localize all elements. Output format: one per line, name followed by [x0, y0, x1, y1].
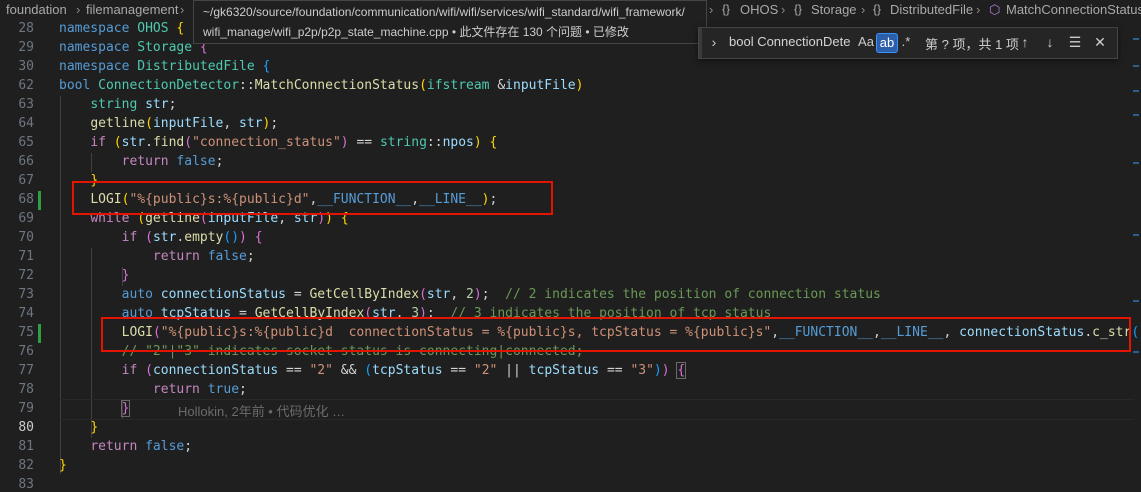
code-line: string str;: [90, 97, 177, 112]
line-number: 70: [18, 230, 34, 245]
git-blame-annotation: Hollokin, 2年前 • 代码优化 …: [178, 404, 346, 419]
code-line: return false;: [152, 249, 255, 264]
code-line: getline(inputFile, str);: [90, 116, 279, 131]
line-number: 68: [18, 192, 34, 207]
code-line: return true;: [152, 382, 247, 397]
code-line: bool ConnectionDetector::MatchConnection…: [59, 78, 584, 93]
line-number: 81: [18, 439, 34, 454]
line-number: 64: [18, 116, 34, 131]
file-hover-tooltip: ~/gk6320/source/foundation/communication…: [193, 0, 707, 44]
breadcrumb-item-matchconnectionstatus[interactable]: MatchConnectionStatus: [1006, 2, 1141, 17]
chevron-right-icon: ›: [861, 2, 866, 17]
code-line: }: [59, 458, 67, 473]
code-line: return false;: [90, 439, 193, 454]
line-number: 75: [18, 325, 34, 340]
line-number: 73: [18, 287, 34, 302]
code-line: }: [90, 420, 99, 435]
find-result-count: 第 ? 项，共 1 项: [925, 37, 1019, 52]
code-line: if (connectionStatus == "2" && (tcpStatu…: [121, 362, 687, 379]
breadcrumb-item-foundation[interactable]: foundation: [6, 2, 67, 17]
modified-line-marker: [38, 324, 41, 343]
find-widget: › bool ConnectionDete Aa ab .* 第 ? 项，共 1…: [698, 27, 1118, 59]
line-number: 79: [18, 401, 34, 416]
arrow-up-icon[interactable]: ↑: [1016, 32, 1034, 52]
breadcrumb-item-ohos[interactable]: OHOS: [740, 2, 778, 17]
chevron-right-icon: ›: [76, 2, 81, 17]
line-number: 63: [18, 97, 34, 112]
line-number: 67: [18, 173, 34, 188]
line-number: 74: [18, 306, 34, 321]
line-number: 29: [18, 40, 34, 55]
line-number: 77: [18, 363, 34, 378]
code-line: }: [120, 400, 131, 417]
whole-word-toggle[interactable]: ab: [876, 33, 898, 53]
match-case-toggle[interactable]: Aa: [857, 33, 875, 51]
close-icon[interactable]: ✕: [1091, 32, 1109, 52]
namespace-icon: {}: [873, 2, 882, 16]
code-line: return false;: [121, 154, 224, 169]
chevron-right-icon: ›: [976, 2, 981, 17]
method-icon: ⬡: [989, 2, 1001, 17]
breadcrumb-item-distributedfile[interactable]: DistributedFile: [890, 2, 973, 17]
arrow-down-icon[interactable]: ↓: [1041, 32, 1059, 52]
code-line: if (str.empty()) {: [121, 230, 263, 245]
highlight-box: [101, 317, 1131, 352]
code-line: namespace DistributedFile {: [59, 59, 271, 74]
line-number: 78: [18, 382, 34, 397]
line-number: 80: [18, 420, 34, 435]
code-editor[interactable]: 28 29 30 62 63 64 65 66 67 68 69 70 71 72 73 74 75 76 77 78…: [0, 20, 1141, 492]
tooltip-path-status: wifi_manage/wifi_p2p/p2p_state_machine.c…: [203, 25, 629, 39]
breadcrumb-item-storage[interactable]: Storage: [811, 2, 857, 17]
highlight-box: [72, 181, 553, 215]
tooltip-path: ~/gk6320/source/foundation/communication…: [203, 5, 685, 19]
namespace-icon: {}: [794, 2, 803, 16]
code-line: namespace Storage {: [59, 40, 208, 55]
line-number: 69: [18, 211, 34, 226]
line-number: 62: [18, 78, 34, 93]
code-line: auto connectionStatus = GetCellByIndex(s…: [121, 287, 881, 302]
code-line: if (str.find("connection_status") == str…: [90, 135, 498, 150]
find-resize-handle[interactable]: [699, 28, 702, 58]
line-number: 66: [18, 154, 34, 169]
chevron-right-icon: ›: [781, 2, 786, 17]
code-line: namespace OHOS {: [59, 21, 185, 36]
chevron-right-icon: ›: [180, 2, 185, 17]
vertical-scrollbar[interactable]: [1131, 20, 1141, 480]
find-in-selection-icon[interactable]: ☰: [1066, 32, 1084, 52]
line-number: 28: [18, 21, 34, 36]
find-input[interactable]: bool ConnectionDete: [729, 34, 872, 49]
namespace-icon: {}: [722, 2, 731, 16]
regex-toggle[interactable]: .*: [898, 33, 914, 51]
line-number: 82: [18, 458, 34, 473]
chevron-right-icon: ›: [709, 2, 714, 17]
chevron-right-icon[interactable]: ›: [705, 32, 723, 52]
line-number: 71: [18, 249, 34, 264]
modified-line-marker: [38, 191, 41, 210]
line-number: 76: [18, 344, 34, 359]
line-number: 65: [18, 135, 34, 150]
line-number: 72: [18, 268, 34, 283]
breadcrumb-item-filemanagement[interactable]: filemanagement: [86, 2, 179, 17]
code-line: }: [121, 268, 130, 283]
line-number: 30: [18, 59, 34, 74]
line-number: 83: [18, 477, 34, 492]
